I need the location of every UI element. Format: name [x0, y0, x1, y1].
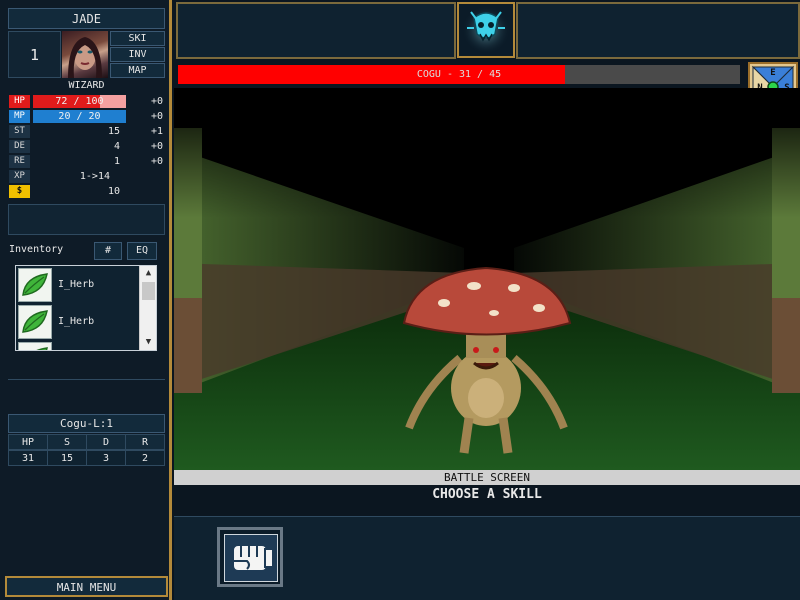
inventory-tab-button[interactable]: INV	[110, 47, 165, 62]
enemy-stat-header-r: R	[125, 434, 165, 450]
hp-bar: 72 / 100	[33, 95, 126, 108]
character-level: 1	[8, 31, 61, 78]
stat-value-re: 1	[113, 156, 120, 167]
map-tab-button[interactable]: MAP	[110, 63, 165, 78]
top-frame-left	[176, 2, 456, 59]
enemy-title: Cogu-L:1	[8, 414, 165, 433]
stat-row-de: DE 4 +0	[8, 139, 165, 154]
enemy-stat-header-hp: HP	[8, 434, 48, 450]
battle-screen-label: BATTLE SCREEN	[174, 470, 800, 485]
scroll-thumb[interactable]	[142, 282, 155, 300]
stat-value-xp: 1->14	[79, 171, 110, 182]
stat-key-re: RE	[9, 155, 30, 168]
inventory-scrollbar[interactable]: ▲ ▼	[139, 266, 156, 350]
inventory-item-name: I_Herb	[58, 279, 95, 290]
skull-emblem-icon	[457, 2, 515, 58]
herb-icon	[18, 268, 52, 302]
hp-text: 72 / 100	[55, 96, 104, 107]
enemy-stat-value-hp: 31	[8, 450, 48, 466]
stat-row-mp: MP 20 / 20 +0	[8, 109, 165, 124]
scroll-down-icon[interactable]: ▼	[140, 335, 157, 350]
stat-mod-re: +0	[150, 156, 163, 167]
stat-value-de: 4	[113, 141, 120, 152]
stat-value-gold: 10	[107, 186, 120, 197]
top-frame-right	[516, 2, 800, 59]
enemy-stat-value-s: 15	[47, 450, 87, 466]
enemy-stat-value-d: 3	[86, 450, 126, 466]
character-portrait	[62, 31, 108, 78]
stat-mod-st: +1	[150, 126, 163, 137]
info-box	[8, 204, 165, 235]
stat-row-st: ST 15 +1	[8, 124, 165, 139]
mp-text: 20 / 20	[58, 111, 101, 122]
stat-key-gold: $	[9, 185, 30, 198]
stat-mod-de: +0	[150, 141, 163, 152]
punch-skill-button[interactable]	[217, 527, 283, 587]
fist-icon	[224, 534, 278, 582]
stat-mod-mp: +0	[150, 111, 163, 122]
list-item[interactable]: I_Herb	[18, 305, 138, 339]
list-item[interactable]: I_Herb	[18, 268, 138, 302]
list-item[interactable]	[18, 342, 138, 350]
stat-key-hp: HP	[9, 95, 30, 108]
stat-row-re: RE 1 +0	[8, 154, 165, 169]
stat-row-gold: $ 10	[8, 184, 165, 199]
enemy-stat-value-r: 2	[125, 450, 165, 466]
stat-key-mp: MP	[9, 110, 30, 123]
dungeon-view[interactable]	[174, 88, 800, 470]
enemy-hp-bar: COGU - 31 / 45	[178, 65, 740, 84]
inventory-label: Inventory	[9, 244, 64, 255]
equipment-button[interactable]: EQ	[127, 242, 157, 260]
stat-row-hp: HP 72 / 100 +0	[8, 94, 165, 109]
main-menu-button[interactable]: MAIN MENU	[5, 576, 168, 597]
stat-key-de: DE	[9, 140, 30, 153]
battle-prompt: CHOOSE A SKILL	[432, 487, 542, 502]
inventory-item-name: I_Herb	[58, 316, 95, 327]
stat-value-st: 15	[107, 126, 120, 137]
mp-bar: 20 / 20	[33, 110, 126, 123]
stat-key-xp: XP	[9, 170, 30, 183]
divider	[8, 379, 165, 380]
enemy-hp-text: COGU - 31 / 45	[416, 69, 502, 80]
herb-icon	[18, 305, 52, 339]
inventory-list[interactable]: I_Herb I_Herb	[15, 265, 157, 351]
enemy-stat-header-s: S	[47, 434, 87, 450]
enemy-stat-header-d: D	[86, 434, 126, 450]
scroll-up-icon[interactable]: ▲	[140, 266, 157, 281]
skills-tab-button[interactable]: SKI	[110, 31, 165, 46]
stat-key-st: ST	[9, 125, 30, 138]
compass-east: E	[770, 68, 775, 78]
inventory-sort-button[interactable]: #	[94, 242, 122, 260]
herb-icon	[18, 342, 52, 350]
character-name: JADE	[8, 8, 165, 29]
character-class: WIZARD	[68, 80, 105, 91]
stat-row-xp: XP 1->14	[8, 169, 165, 184]
stat-mod-hp: +0	[150, 96, 163, 107]
